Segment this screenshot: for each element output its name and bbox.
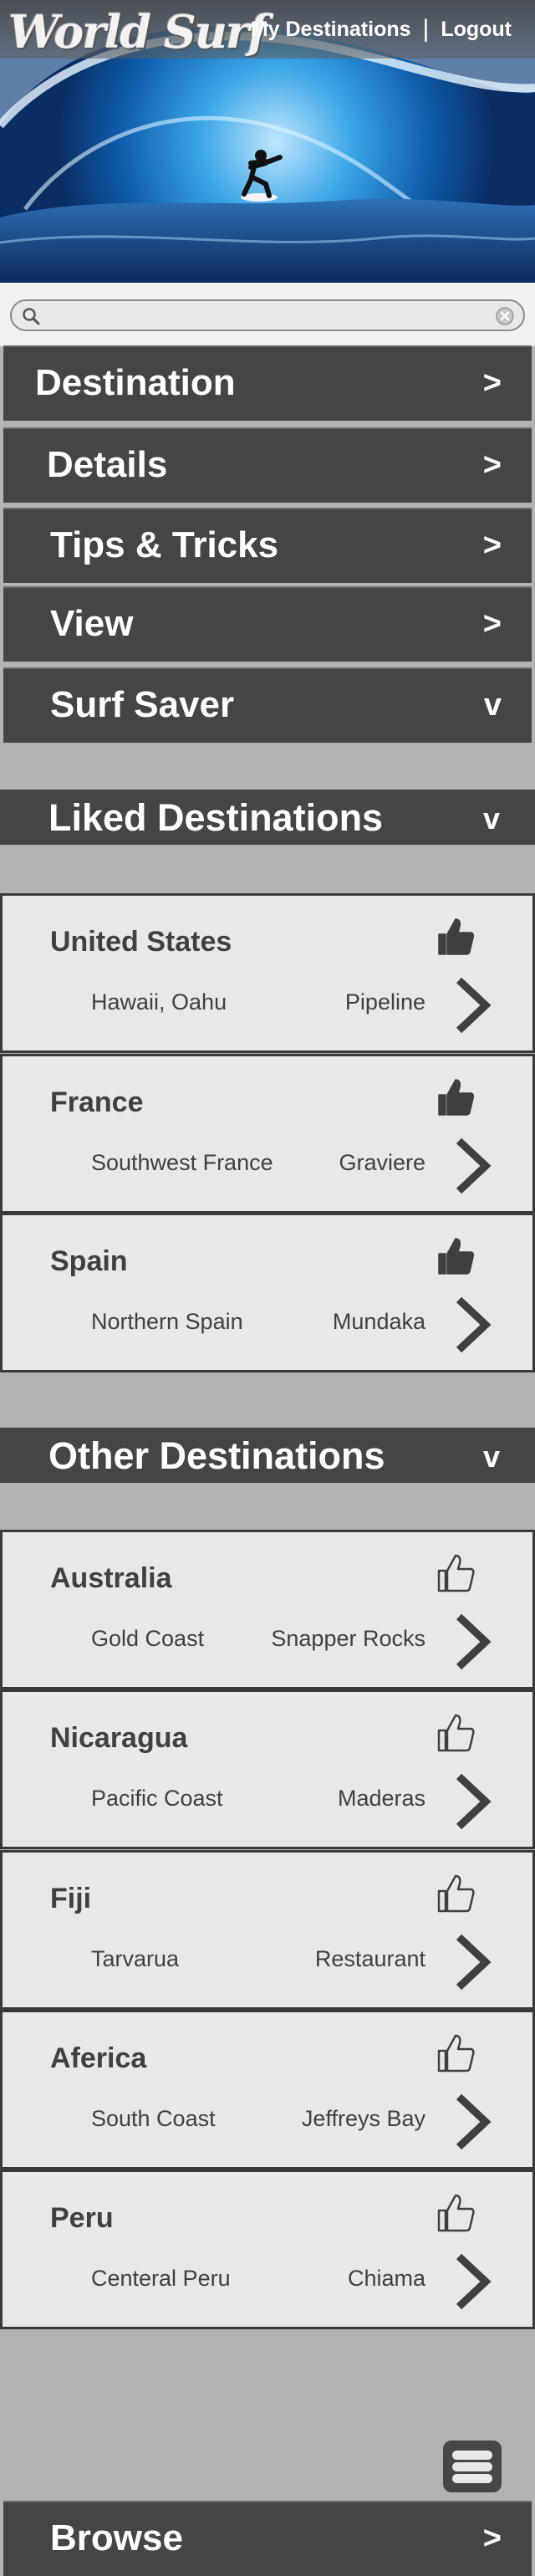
- chevron-right-icon: >: [482, 606, 502, 641]
- destination-country: Aferica: [50, 2042, 147, 2074]
- other-destinations-header[interactable]: Other Destinations v: [0, 1428, 535, 1483]
- chevron-right-icon: >: [482, 365, 502, 401]
- chevron-right-icon[interactable]: [452, 2093, 494, 2151]
- thumbs-up-outline-icon[interactable]: [436, 1712, 476, 1754]
- chevron-right-icon[interactable]: [452, 1137, 494, 1195]
- menu-label: Details: [47, 444, 168, 485]
- chevron-down-icon: v: [483, 687, 502, 723]
- destination-country: France: [50, 1086, 144, 1118]
- thumbs-up-outline-icon[interactable]: [436, 2032, 476, 2074]
- destination-country: Spain: [50, 1245, 128, 1277]
- thumbs-up-filled-icon[interactable]: [436, 1076, 476, 1118]
- destination-card[interactable]: United States Hawaii, Oahu Pipeline: [0, 893, 535, 1053]
- menu-details[interactable]: Details >: [3, 427, 532, 503]
- chevron-right-icon[interactable]: [452, 1613, 494, 1671]
- destination-country: Fiji: [50, 1883, 92, 1914]
- nav-separator: |: [422, 15, 430, 43]
- search-box: [10, 299, 525, 331]
- destination-country: Australia: [50, 1562, 172, 1594]
- browse-label: Browse: [50, 2517, 183, 2558]
- destination-spot: Graviere: [339, 1150, 425, 1175]
- destination-region: South Coast: [91, 2106, 216, 2131]
- destination-region: Northern Spain: [91, 1309, 243, 1334]
- menu-view[interactable]: View >: [3, 586, 532, 662]
- my-destinations-link[interactable]: My Destinations: [251, 18, 411, 42]
- destination-spot: Restaurant: [314, 1946, 425, 1971]
- thumbs-up-outline-icon[interactable]: [436, 1873, 476, 1914]
- chevron-right-icon: >: [482, 528, 502, 563]
- thumbs-up-filled-icon[interactable]: [436, 916, 476, 958]
- clear-icon[interactable]: [495, 306, 515, 326]
- hamburger-menu-icon[interactable]: [443, 2441, 502, 2492]
- menu-label: Surf Saver: [50, 684, 235, 725]
- destination-country: Peru: [50, 2202, 114, 2234]
- chevron-right-icon[interactable]: [452, 976, 494, 1035]
- chevron-down-icon: v: [482, 801, 500, 836]
- chevron-right-icon[interactable]: [452, 1772, 494, 1831]
- chevron-right-icon[interactable]: [452, 1933, 494, 1991]
- menu-label: Destination: [35, 362, 236, 403]
- destination-card[interactable]: France Southwest France Graviere: [0, 1054, 535, 1214]
- destination-spot: Jeffreys Bay: [301, 2106, 425, 2131]
- destination-country: Nicaragua: [50, 1722, 188, 1754]
- browse-button[interactable]: Browse >: [3, 2501, 532, 2576]
- destination-spot: Pipeline: [344, 989, 425, 1015]
- menu-surf-saver[interactable]: Surf Saver v: [3, 667, 532, 743]
- destination-spot: Snapper Rocks: [271, 1626, 425, 1651]
- destination-country: United States: [50, 926, 232, 958]
- destination-card[interactable]: Peru Centeral Peru Chiama: [0, 2170, 535, 2329]
- section-title: Liked Destinations: [48, 796, 384, 839]
- chevron-right-icon: >: [482, 447, 502, 483]
- destination-region: Hawaii, Oahu: [91, 989, 227, 1015]
- thumbs-up-filled-icon[interactable]: [436, 1235, 476, 1277]
- menu-label: View: [50, 603, 134, 644]
- destination-region: Southwest France: [91, 1150, 273, 1175]
- destination-region: Tarvarua: [91, 1946, 180, 1971]
- destination-card[interactable]: Nicaragua Pacific Coast Maderas: [0, 1689, 535, 1849]
- destination-card[interactable]: Fiji Tarvarua Restaurant: [0, 1850, 535, 2010]
- chevron-right-icon[interactable]: [452, 2252, 494, 2311]
- menu-destination[interactable]: Destination >: [3, 345, 532, 421]
- menu-label: Tips & Tricks: [50, 524, 279, 565]
- chevron-down-icon: v: [482, 1439, 500, 1474]
- search-input[interactable]: [45, 304, 480, 327]
- destination-region: Centeral Peru: [91, 2266, 231, 2291]
- logo[interactable]: World Surf: [8, 5, 268, 59]
- chevron-right-icon[interactable]: [452, 1296, 494, 1354]
- destination-region: Gold Coast: [91, 1626, 205, 1651]
- destination-region: Pacific Coast: [91, 1786, 223, 1811]
- hero-banner: World Surf My Destinations | Logout: [0, 0, 535, 283]
- top-nav: My Destinations | Logout: [251, 17, 512, 42]
- thumbs-up-outline-icon[interactable]: [436, 1552, 476, 1594]
- destination-spot: Maderas: [337, 1786, 425, 1811]
- destination-spot: Mundaka: [332, 1309, 425, 1334]
- liked-destinations-header[interactable]: Liked Destinations v: [0, 790, 535, 845]
- search-area: [0, 283, 535, 346]
- thumbs-up-outline-icon[interactable]: [436, 2192, 476, 2234]
- search-icon: [23, 308, 40, 325]
- section-title: Other Destinations: [48, 1434, 385, 1477]
- menu-tips-tricks[interactable]: Tips & Tricks >: [3, 508, 532, 583]
- chevron-right-icon: >: [482, 2521, 502, 2556]
- destination-spot: Chiama: [347, 2266, 425, 2291]
- destination-card[interactable]: Spain Northern Spain Mundaka: [0, 1213, 535, 1372]
- logout-link[interactable]: Logout: [441, 18, 512, 42]
- destination-card[interactable]: Aferica South Coast Jeffreys Bay: [0, 2010, 535, 2170]
- destination-card[interactable]: Australia Gold Coast Snapper Rocks: [0, 1530, 535, 1689]
